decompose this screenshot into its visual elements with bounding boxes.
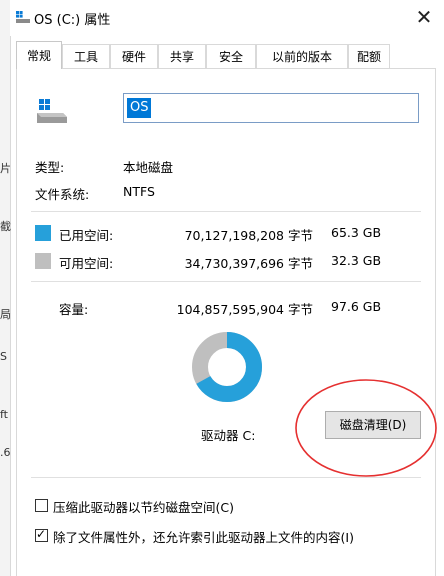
compress-drive-label: 压缩此驱动器以节约磁盘空间(C) bbox=[53, 500, 234, 515]
file-system-label: 文件系统: bbox=[35, 187, 90, 202]
divider bbox=[31, 211, 421, 212]
used-space-label: 已用空间: bbox=[59, 228, 114, 243]
tab-strip: 常规 工具 硬件 共享 安全 以前的版本 配额 bbox=[16, 41, 436, 69]
free-space-bytes: 34,730,397,696 字节 bbox=[184, 256, 313, 271]
background-window-edge: 片 截 局 S ft .6 bbox=[0, 0, 11, 576]
disk-cleanup-button[interactable]: 磁盘清理(D) bbox=[325, 411, 421, 439]
capacity-bytes: 104,857,595,904 字节 bbox=[176, 302, 313, 317]
tab-security[interactable]: 安全 bbox=[206, 44, 256, 68]
background-text: 局 bbox=[0, 308, 11, 321]
type-value: 本地磁盘 bbox=[123, 160, 174, 175]
tab-tools[interactable]: 工具 bbox=[62, 44, 110, 68]
used-space-size: 65.3 GB bbox=[331, 225, 382, 240]
window-title: OS (C:) 属性 bbox=[34, 13, 111, 28]
hard-drive-icon bbox=[37, 99, 67, 123]
index-contents-label: 除了文件属性外，还允许索引此驱动器上文件的内容(I) bbox=[53, 530, 354, 545]
divider bbox=[31, 477, 421, 478]
index-contents-checkbox[interactable]: ✓ bbox=[35, 527, 48, 542]
drive-icon bbox=[16, 11, 30, 23]
tab-sharing[interactable]: 共享 bbox=[158, 44, 206, 68]
used-space-bytes: 70,127,198,208 字节 bbox=[184, 228, 313, 243]
tab-hardware[interactable]: 硬件 bbox=[110, 44, 158, 68]
free-space-size: 32.3 GB bbox=[331, 253, 382, 268]
free-space-label: 可用空间: bbox=[59, 256, 114, 271]
drive-name-input[interactable]: OS bbox=[123, 93, 419, 123]
file-system-value: NTFS bbox=[123, 184, 155, 199]
disk-usage-donut-chart bbox=[192, 332, 262, 402]
background-text: .6 bbox=[0, 446, 11, 459]
title-bar: OS (C:) 属性 ✕ bbox=[10, 0, 444, 36]
background-text: S bbox=[0, 350, 7, 363]
background-text: 片 bbox=[0, 162, 11, 175]
check-icon: ✓ bbox=[36, 527, 47, 541]
tab-quota[interactable]: 配额 bbox=[348, 44, 390, 68]
type-label: 类型: bbox=[35, 160, 65, 175]
background-text: ft bbox=[0, 408, 8, 421]
capacity-label: 容量: bbox=[59, 302, 89, 317]
drive-letter-label: 驱动器 C: bbox=[201, 428, 256, 443]
close-icon: ✕ bbox=[415, 5, 433, 29]
tab-general[interactable]: 常规 bbox=[16, 41, 62, 69]
background-text: 截 bbox=[0, 220, 11, 233]
divider bbox=[31, 281, 421, 282]
general-panel: OS 类型: 本地磁盘 文件系统: NTFS 已用空间: 70,127,198,… bbox=[16, 68, 436, 576]
drive-name-value: OS bbox=[127, 98, 152, 118]
compress-drive-checkbox[interactable] bbox=[35, 499, 48, 512]
close-button[interactable]: ✕ bbox=[410, 4, 438, 30]
capacity-size: 97.6 GB bbox=[331, 299, 382, 314]
free-space-swatch bbox=[35, 253, 51, 269]
tab-previous-versions[interactable]: 以前的版本 bbox=[256, 44, 348, 68]
used-space-swatch bbox=[35, 225, 51, 241]
